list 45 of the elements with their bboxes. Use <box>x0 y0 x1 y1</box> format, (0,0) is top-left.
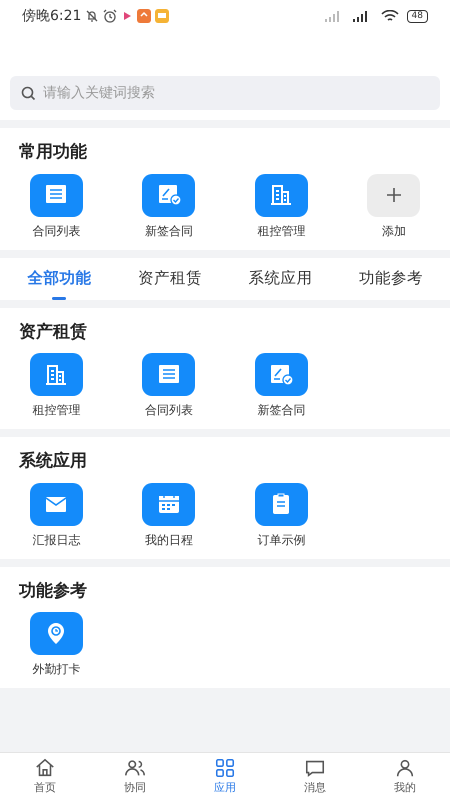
home-icon <box>34 756 56 779</box>
app-label[interactable]: 外勤打卡 <box>32 660 80 678</box>
wifi-icon <box>380 10 399 22</box>
app-label[interactable]: 合同列表 <box>32 222 80 240</box>
message-app-icon <box>155 9 170 23</box>
tab[interactable]: 系统应用 <box>244 260 316 296</box>
app-label[interactable]: 汇报日志 <box>32 530 80 548</box>
app-label[interactable]: 添加 <box>382 222 406 240</box>
section-title: 功能参考 <box>18 580 88 602</box>
app-tile[interactable] <box>30 482 83 526</box>
app-label[interactable]: 我的日程 <box>144 530 193 548</box>
app-notification-icon <box>137 9 152 23</box>
tab[interactable]: 功能参考 <box>354 260 427 296</box>
app-label[interactable]: 租控管理 <box>32 401 80 419</box>
section-title: 常用功能 <box>18 141 88 164</box>
battery-indicator: 48 <box>406 10 428 22</box>
nav-tab[interactable]: 应用 <box>214 756 236 796</box>
add-tile[interactable] <box>367 174 420 216</box>
section-title: 资产租赁 <box>18 320 88 344</box>
grid-icon <box>214 756 236 779</box>
app-tile[interactable] <box>30 612 83 655</box>
app-tile[interactable] <box>142 353 196 396</box>
app-tile[interactable] <box>142 174 196 216</box>
app-label[interactable]: 订单示例 <box>257 530 306 548</box>
app-tile[interactable] <box>254 482 308 526</box>
app-label[interactable]: 合同列表 <box>144 401 193 419</box>
app-tile[interactable] <box>142 482 196 526</box>
nav-tab[interactable]: 协同 <box>124 756 146 796</box>
nav-tab[interactable]: 消息 <box>304 756 326 796</box>
play-app-icon <box>121 10 134 22</box>
search-field[interactable]: 请输入关键词搜索 <box>10 76 440 110</box>
tab[interactable]: 资产租赁 <box>134 260 206 296</box>
nav-tab[interactable]: 我的 <box>394 756 416 796</box>
section-title: 系统应用 <box>18 450 88 473</box>
app-tile[interactable] <box>30 353 83 396</box>
app-tile[interactable] <box>254 353 308 396</box>
app-label[interactable]: 新签合同 <box>144 222 193 240</box>
nav-tab[interactable]: 首页 <box>34 756 56 796</box>
app-label[interactable]: 新签合同 <box>257 401 306 419</box>
notification-muted-icon <box>85 9 100 23</box>
status-time: 傍晚6:21 <box>22 6 82 26</box>
app-tile[interactable] <box>254 174 308 216</box>
alarm-icon <box>103 9 118 23</box>
app-label[interactable]: 租控管理 <box>257 222 306 240</box>
app-tile[interactable] <box>30 174 83 216</box>
